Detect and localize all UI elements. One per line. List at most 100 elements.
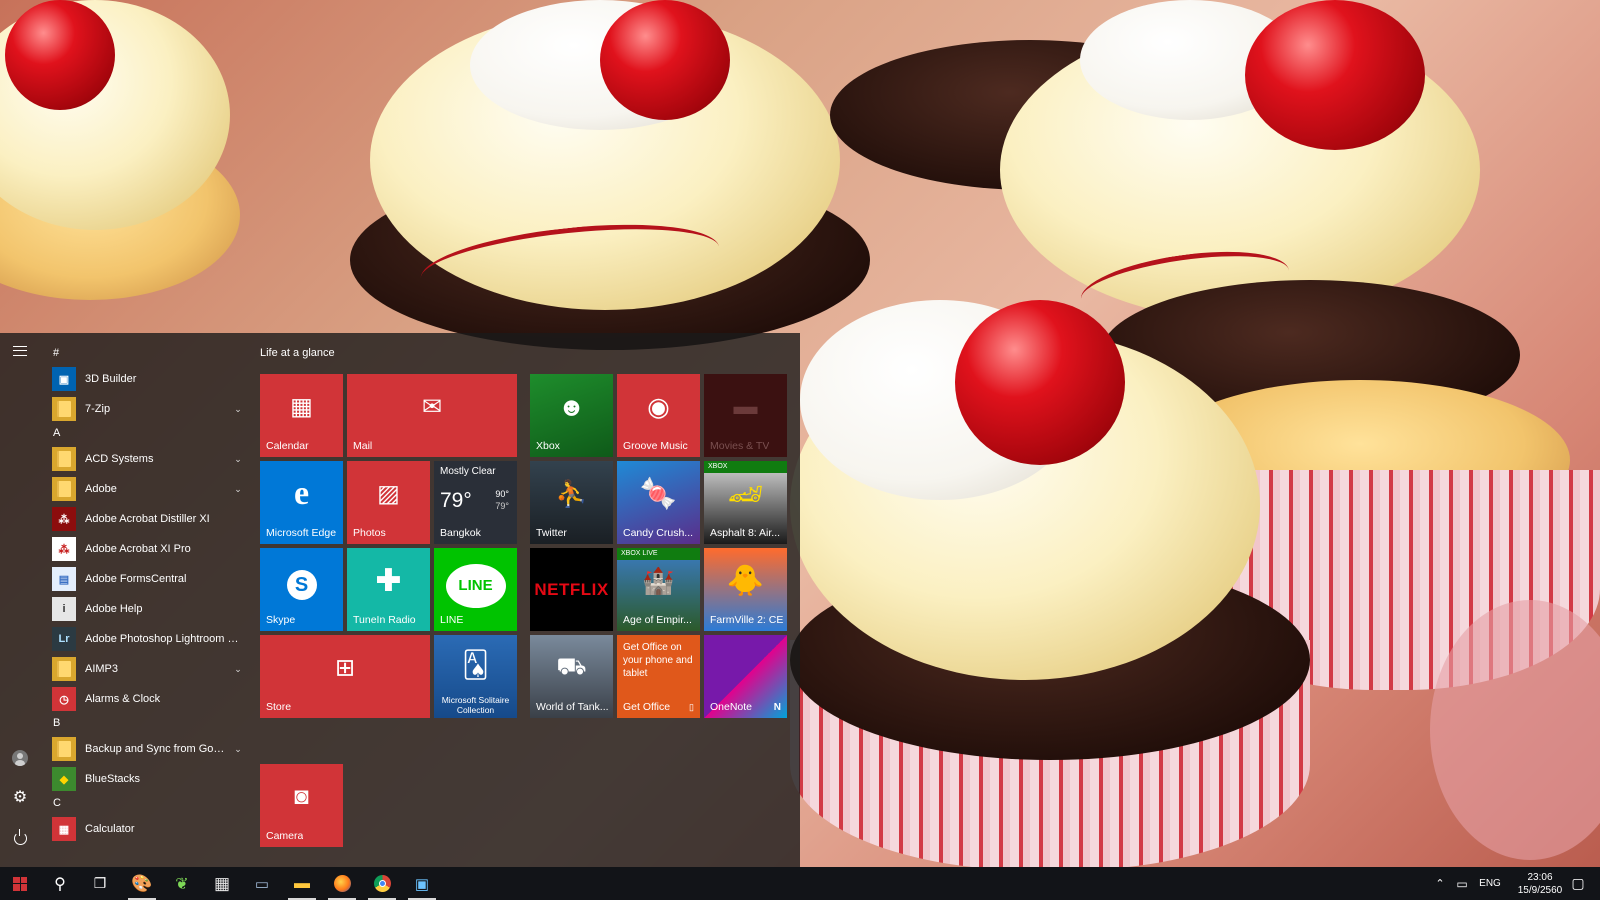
folder-icon <box>52 657 76 681</box>
app-list-item[interactable]: ⁂ Adobe Acrobat XI Pro <box>52 535 244 563</box>
show-hidden-icons-button[interactable]: ⌃ <box>1430 867 1450 900</box>
app-list-item[interactable]: i Adobe Help <box>52 595 244 623</box>
app-list-item[interactable]: Backup and Sync from Google ⌄ <box>52 735 244 763</box>
app-name: Backup and Sync from Google <box>85 743 226 755</box>
taskbar-app-leaf[interactable]: ❦ <box>162 867 202 900</box>
tile-skype[interactable]: S Skype <box>260 548 343 631</box>
app-name: Adobe Acrobat Distiller XI <box>85 513 210 525</box>
app-name: BlueStacks <box>85 773 141 785</box>
app-name: 7-Zip <box>85 403 111 415</box>
tile-photos[interactable]: ▨ Photos <box>347 461 430 544</box>
app-list-item[interactable]: ▦ Calculator <box>52 815 244 843</box>
clock-date: 15/9/2560 <box>1517 884 1563 896</box>
mail-icon: ✉ <box>421 393 443 421</box>
search-button[interactable]: ⚲ <box>40 867 80 900</box>
settings-button[interactable]: ⚙ <box>0 780 40 816</box>
network-button[interactable]: ▭ <box>1452 867 1472 900</box>
weather-high: 90° <box>495 489 509 499</box>
tile-label: LINE <box>440 614 464 626</box>
control-panel-icon: ▣ <box>414 875 430 893</box>
tile-asphalt[interactable]: XBOX 🏎 Asphalt 8: Air... <box>704 461 787 544</box>
tile-line[interactable]: LINE LINE <box>434 548 517 631</box>
tank-icon: ⛟ <box>556 653 587 681</box>
app-list-item[interactable]: ACD Systems ⌄ <box>52 445 244 473</box>
tile-twitter[interactable]: ⛹ Twitter <box>530 461 613 544</box>
folder-icon <box>52 447 76 471</box>
start-rail: ⚙ <box>0 333 40 867</box>
expand-menu-button[interactable] <box>0 333 40 369</box>
app-name: 3D Builder <box>85 373 137 385</box>
tile-tunein[interactable]: ✚ TuneIn Radio <box>347 548 430 631</box>
tile-movies[interactable]: ▬ Movies & TV <box>704 374 787 457</box>
adobe-help-icon: i <box>52 597 76 621</box>
tile-candy-crush[interactable]: 🍬 Candy Crush... <box>617 461 700 544</box>
app-list-item[interactable]: Adobe ⌄ <box>52 475 244 503</box>
tile-onenote[interactable]: OneNote N <box>704 635 787 718</box>
section-header[interactable]: # <box>53 347 59 359</box>
section-header[interactable]: A <box>53 427 60 439</box>
players-image: ⛹ <box>555 478 588 509</box>
app-list-item[interactable]: Lr Adobe Photoshop Lightroom 5.7.... <box>52 625 244 653</box>
power-button[interactable] <box>0 820 40 856</box>
folder-icon <box>52 477 76 501</box>
app-list-item[interactable]: ◆ BlueStacks <box>52 765 244 793</box>
chevron-down-icon[interactable]: ⌄ <box>232 744 244 755</box>
office-promo-text: Get Office on your phone and tablet <box>623 642 693 679</box>
tile-edge[interactable]: e Microsoft Edge <box>260 461 343 544</box>
tile-xbox[interactable]: ☻ Xbox <box>530 374 613 457</box>
app-list-item[interactable]: ▤ Adobe FormsCentral <box>52 565 244 593</box>
app-name: Adobe FormsCentral <box>85 573 187 585</box>
taskbar-app-paint[interactable]: 🎨 <box>122 867 162 900</box>
tile-mail[interactable]: ✉ Mail <box>347 374 517 457</box>
tile-weather[interactable]: Mostly Clear 79° 90° 79° Bangkok <box>434 461 517 544</box>
tile-camera[interactable]: ◙ Camera <box>260 764 343 847</box>
app-name: Adobe Photoshop Lightroom 5.7.... <box>85 633 244 645</box>
taskbar-app-remote-desktop[interactable]: ▭ <box>242 867 282 900</box>
task-view-button[interactable]: ❐ <box>80 867 120 900</box>
tile-calendar[interactable]: ▦ Calendar <box>260 374 343 457</box>
taskbar-app-calculator[interactable]: ▦ <box>202 867 242 900</box>
clock-time: 23:06 <box>1527 871 1553 883</box>
chevron-down-icon[interactable]: ⌄ <box>232 484 244 495</box>
folder-icon <box>52 737 76 761</box>
camera-icon: ◙ <box>294 783 309 811</box>
app-name: ACD Systems <box>85 453 154 465</box>
photos-icon: ▨ <box>377 480 400 508</box>
language-indicator[interactable]: ENG <box>1475 867 1505 900</box>
tile-groove[interactable]: ◉ Groove Music <box>617 374 700 457</box>
app-name: AIMP3 <box>85 663 119 675</box>
section-header[interactable]: C <box>53 797 61 809</box>
chevron-down-icon[interactable]: ⌄ <box>232 404 244 415</box>
chevron-down-icon[interactable]: ⌄ <box>232 454 244 465</box>
taskbar-app-firefox[interactable] <box>322 867 362 900</box>
tile-label: Microsoft Edge <box>266 527 337 539</box>
tile-label: Camera <box>266 830 304 842</box>
tile-world-of-tanks[interactable]: ⛟ World of Tank... <box>530 635 613 718</box>
tile-store[interactable]: ⊞ Store <box>260 635 430 718</box>
tile-solitaire[interactable]: 🂡 Microsoft Solitaire Collection <box>434 635 517 718</box>
user-account-button[interactable] <box>0 740 40 776</box>
tile-netflix[interactable]: NETFLIX <box>530 548 613 631</box>
app-list-item[interactable]: ▣ 3D Builder <box>52 365 244 393</box>
tile-label: TuneIn Radio <box>353 614 416 626</box>
taskbar-app-chrome[interactable] <box>362 867 402 900</box>
app-list-item[interactable]: AIMP3 ⌄ <box>52 655 244 683</box>
calendar-icon: ▦ <box>290 393 313 421</box>
section-header[interactable]: B <box>53 717 60 729</box>
tile-label: Store <box>266 701 292 713</box>
tile-farmville[interactable]: 🐥 FarmVille 2: CE <box>704 548 787 631</box>
app-list-item[interactable]: 7-Zip ⌄ <box>52 395 244 423</box>
taskbar-app-control-panel[interactable]: ▣ <box>402 867 442 900</box>
tile-get-office[interactable]: Get Office on your phone and tablet Get … <box>617 635 700 718</box>
power-icon <box>13 828 27 845</box>
app-list-item[interactable]: ◷ Alarms & Clock <box>52 685 244 713</box>
tile-label: Microsoft Solitaire Collection <box>441 695 510 715</box>
app-list-item[interactable]: ⁂ Adobe Acrobat Distiller XI <box>52 505 244 533</box>
action-center-button[interactable]: ▢ <box>1560 867 1596 900</box>
start-button[interactable] <box>0 867 40 900</box>
tile-age-of-empires[interactable]: XBOX LIVE 🏰 Age of Empir... <box>617 548 700 631</box>
taskbar-app-file-explorer[interactable]: ▬ <box>282 867 322 900</box>
chevron-down-icon[interactable]: ⌄ <box>232 664 244 675</box>
xbox-badge: XBOX <box>704 461 787 473</box>
firefox-icon <box>333 875 351 892</box>
